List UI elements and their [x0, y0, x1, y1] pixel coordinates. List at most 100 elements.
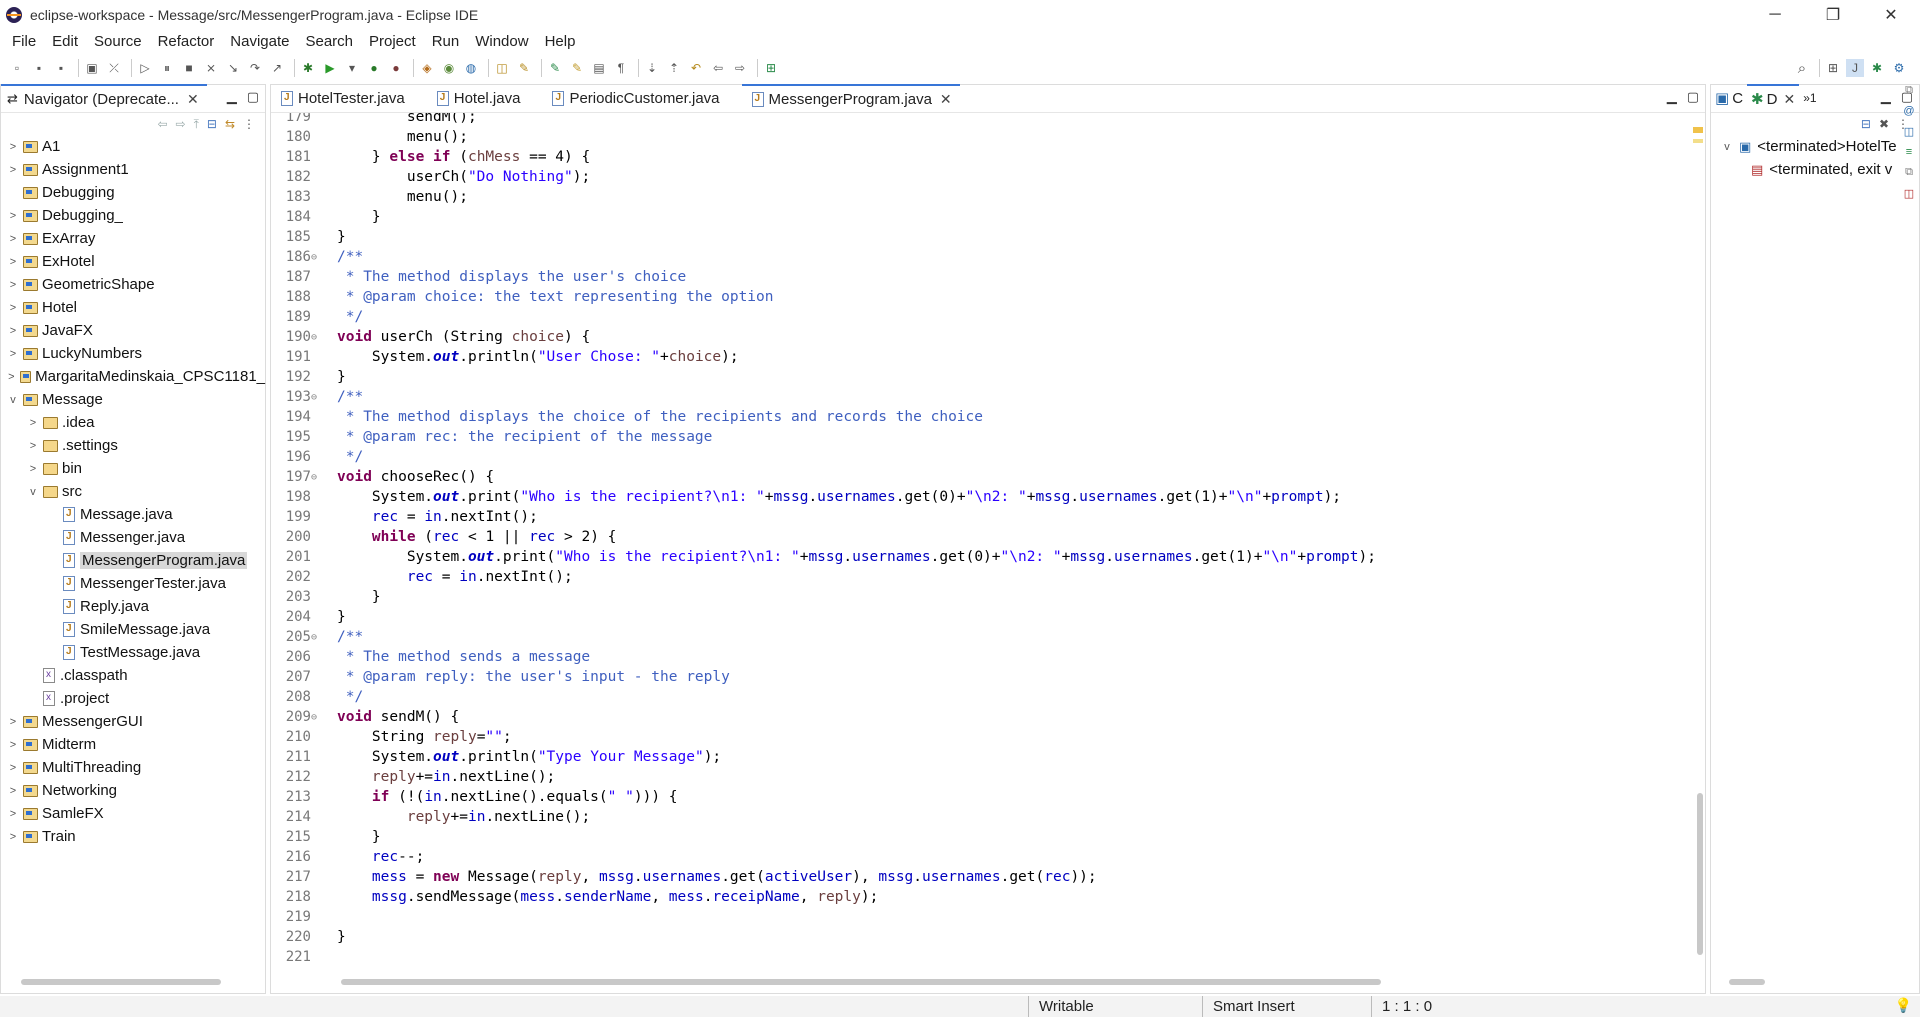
chevron-right-icon[interactable]: > [7, 210, 19, 222]
minimized-stack-icon[interactable]: ⧉ [1905, 166, 1913, 179]
forward-icon[interactable]: ⇨ [731, 59, 749, 77]
chevron-right-icon[interactable]: > [7, 164, 19, 176]
debug-launch-item[interactable]: v ▣ <terminated>HotelTe [1711, 135, 1919, 158]
minimize-view-icon[interactable]: ▁ [1881, 89, 1891, 105]
navigator-item-debugging-[interactable]: > Debugging_ [1, 204, 265, 227]
new-package-icon[interactable]: ◉ [440, 59, 458, 77]
close-window-button[interactable]: ✕ [1862, 0, 1920, 30]
tab-hotel[interactable]: Hotel.java [427, 84, 529, 112]
mark-occurrences-icon[interactable]: ✎ [546, 59, 564, 77]
navigator-item-messenger-java[interactable]: Messenger.java [1, 526, 265, 549]
back-icon[interactable]: ⇦ [709, 59, 727, 77]
resume-icon[interactable]: ▷ [136, 59, 154, 77]
new-icon[interactable]: ▫ [8, 59, 26, 77]
maximize-view-icon[interactable]: ▢ [247, 89, 259, 105]
search-icon[interactable]: ⌕ [1793, 59, 1811, 77]
fold-toggle-icon[interactable]: ⊖ [311, 332, 323, 343]
horizontal-scrollbar[interactable] [21, 979, 221, 985]
menu-window[interactable]: Window [467, 33, 536, 50]
chevron-right-icon[interactable]: > [7, 739, 19, 751]
view-menu-icon[interactable]: ⋮ [243, 117, 255, 131]
menu-edit[interactable]: Edit [44, 33, 86, 50]
chevron-right-icon[interactable]: > [7, 348, 19, 360]
navigator-item--project[interactable]: .project [1, 687, 265, 710]
last-edit-location-icon[interactable]: ↶ [687, 59, 705, 77]
chevron-right-icon[interactable]: > [7, 371, 16, 383]
navigator-item-exarray[interactable]: > ExArray [1, 227, 265, 250]
navigator-item-exhotel[interactable]: > ExHotel [1, 250, 265, 273]
maximize-view-icon[interactable]: ▢ [1687, 89, 1699, 105]
tab-hoteltester[interactable]: HotelTester.java [271, 84, 413, 112]
chevron-right-icon[interactable]: > [7, 808, 19, 820]
run-icon[interactable]: ▶ [321, 59, 339, 77]
menu-search[interactable]: Search [297, 33, 361, 50]
git-perspective-icon[interactable]: ⚙ [1890, 59, 1908, 77]
skip-breakpoints-icon[interactable]: ⤫ [105, 59, 123, 77]
navigator-item-smilemessage-java[interactable]: SmileMessage.java [1, 618, 265, 641]
remove-terminated-icon[interactable]: ✖ [1879, 117, 1889, 131]
close-icon[interactable]: ✕ [187, 91, 199, 108]
up-icon[interactable]: ⤒ [194, 117, 199, 132]
code-editor[interactable]: 179 sendM(); 180 menu(); 181 } else if (ch… [271, 113, 1705, 965]
debug-process-item[interactable]: ▤ <terminated, exit v [1711, 158, 1919, 181]
navigator-item-hotel[interactable]: > Hotel [1, 296, 265, 319]
external-tools-icon[interactable]: ● [387, 59, 405, 77]
navigator-item--idea[interactable]: > .idea [1, 411, 265, 434]
previous-annotation-icon[interactable]: ⇡ [665, 59, 683, 77]
terminate-icon[interactable]: ■ [180, 59, 198, 77]
navigator-item-message[interactable]: v Message [1, 388, 265, 411]
show-whitespace-icon[interactable]: ¶ [612, 59, 630, 77]
declaration-icon[interactable]: ◫ [1904, 125, 1914, 138]
suspend-icon[interactable]: ⏸ [158, 59, 176, 77]
navigator-item-debugging[interactable]: Debugging [1, 181, 265, 204]
chevron-right-icon[interactable]: > [7, 831, 19, 843]
save-icon[interactable]: ▪ [30, 59, 48, 77]
chevron-right-icon[interactable]: > [27, 463, 39, 475]
next-annotation-icon[interactable]: ⇣ [643, 59, 661, 77]
chevron-right-icon[interactable]: > [7, 141, 19, 153]
pin-editor-icon[interactable]: ⊞ [762, 59, 780, 77]
debug-perspective-icon[interactable]: ✱ [1868, 59, 1886, 77]
menu-run[interactable]: Run [424, 33, 468, 50]
menu-refactor[interactable]: Refactor [150, 33, 223, 50]
navigator-item-samlefx[interactable]: > SamleFX [1, 802, 265, 825]
menu-help[interactable]: Help [537, 33, 584, 50]
javadoc-icon[interactable]: @ [1903, 105, 1914, 117]
navigator-item-messengergui[interactable]: > MessengerGUI [1, 710, 265, 733]
save-all-icon[interactable]: ▪ [52, 59, 70, 77]
collapse-all-icon[interactable]: ⊟ [1861, 117, 1871, 131]
navigator-item-testmessage-java[interactable]: TestMessage.java [1, 641, 265, 664]
run-dropdown-icon[interactable]: ▾ [343, 59, 361, 77]
progress-icon[interactable]: ≡ [1906, 146, 1912, 158]
horizontal-scrollbar[interactable] [1729, 979, 1765, 985]
navigator-item-midterm[interactable]: > Midterm [1, 733, 265, 756]
close-icon[interactable]: ✕ [940, 91, 952, 108]
fold-toggle-icon[interactable]: ⊖ [311, 392, 323, 403]
navigator-item-messengerprogram-java[interactable]: MessengerProgram.java [1, 549, 265, 572]
chevron-down-icon[interactable]: v [27, 486, 39, 498]
fold-toggle-icon[interactable]: ⊖ [311, 712, 323, 723]
collapse-all-icon[interactable]: ⊟ [207, 117, 217, 131]
navigator-item--classpath[interactable]: .classpath [1, 664, 265, 687]
disconnect-icon[interactable]: ⨯ [202, 59, 220, 77]
chevron-down-icon[interactable]: v [7, 394, 19, 406]
tab-messengerprogram[interactable]: MessengerProgram.java ✕ [741, 84, 960, 112]
forward-icon[interactable]: ⇨ [176, 117, 186, 131]
navigator-item-bin[interactable]: > bin [1, 457, 265, 480]
terminal-icon[interactable]: ▣ [83, 59, 101, 77]
chevron-right-icon[interactable]: > [27, 417, 39, 429]
toggle-block-icon[interactable]: ✎ [568, 59, 586, 77]
step-over-icon[interactable]: ↷ [246, 59, 264, 77]
chevron-right-icon[interactable]: > [7, 762, 19, 774]
search-tool-icon[interactable]: ✎ [515, 59, 533, 77]
navigator-item-a1[interactable]: > A1 [1, 135, 265, 158]
fold-toggle-icon[interactable]: ⊖ [311, 472, 323, 483]
navigator-item-networking[interactable]: > Networking [1, 779, 265, 802]
chevron-right-icon[interactable]: > [7, 325, 19, 337]
problems-icon[interactable]: ◫ [1904, 187, 1914, 200]
chevron-right-icon[interactable]: > [7, 256, 19, 268]
fold-toggle-icon[interactable]: ⊖ [311, 632, 323, 643]
link-with-editor-icon[interactable]: ⇆ [225, 117, 235, 131]
horizontal-scrollbar[interactable] [341, 979, 1381, 985]
navigator-item-messengertester-java[interactable]: MessengerTester.java [1, 572, 265, 595]
